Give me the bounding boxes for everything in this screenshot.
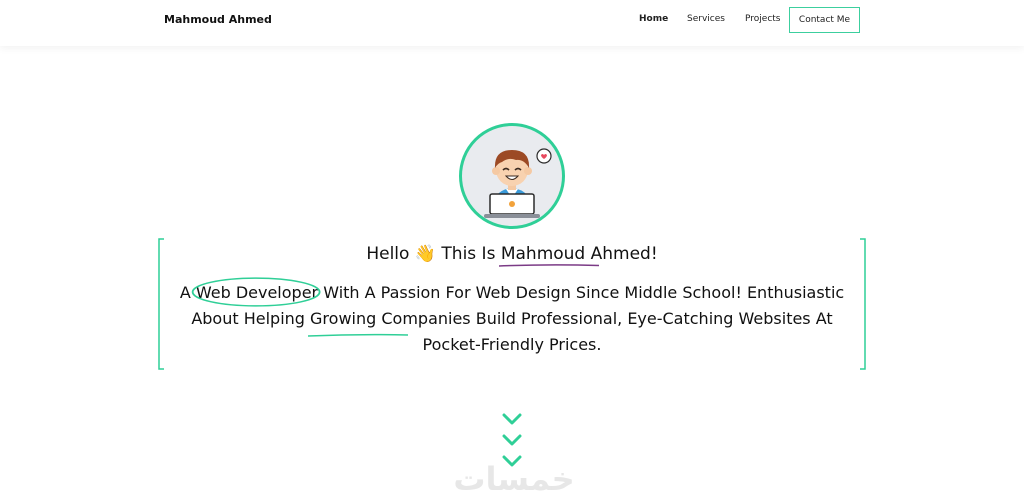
highlight-underline-decoration	[308, 333, 409, 337]
contact-me-button[interactable]: Contact Me	[789, 7, 860, 33]
greeting-hello: Hello	[366, 244, 410, 264]
role-wrap: Web Developer	[191, 277, 321, 307]
nav-services[interactable]: Services	[687, 14, 725, 24]
greeting-name: Mahmoud Ahmed!	[500, 244, 658, 264]
nav-projects[interactable]: Projects	[745, 14, 780, 24]
hero-intro: A Web Developer With A Passion For Web D…	[160, 277, 864, 358]
site-header: Mahmoud Ahmed Home Services Projects Con…	[0, 0, 1024, 46]
role-circle-decoration	[191, 277, 321, 307]
intro-c: Build Professional, Eye-Catching Website…	[422, 309, 833, 354]
watermark-logo: خمسات	[453, 460, 575, 498]
avatar	[459, 123, 565, 229]
greeting-this-is: This Is	[441, 244, 496, 264]
highlight-wrap: Growing Companies	[308, 306, 471, 337]
scroll-down-chevron-icon[interactable]	[501, 412, 523, 426]
avatar-illustration	[484, 148, 552, 218]
scroll-down-chevron-icon[interactable]	[501, 433, 523, 447]
wave-emoji-icon: 👋	[414, 244, 436, 264]
intro-highlight: Growing Companies	[310, 309, 471, 328]
hero-greeting: Hello 👋 This Is Mahmoud Ahmed!	[160, 244, 864, 267]
nav-home[interactable]: Home	[639, 14, 668, 24]
name-underline-decoration	[498, 264, 599, 267]
brand-name[interactable]: Mahmoud Ahmed	[164, 13, 272, 26]
greeting-name-wrap: Mahmoud Ahmed!	[498, 244, 658, 267]
